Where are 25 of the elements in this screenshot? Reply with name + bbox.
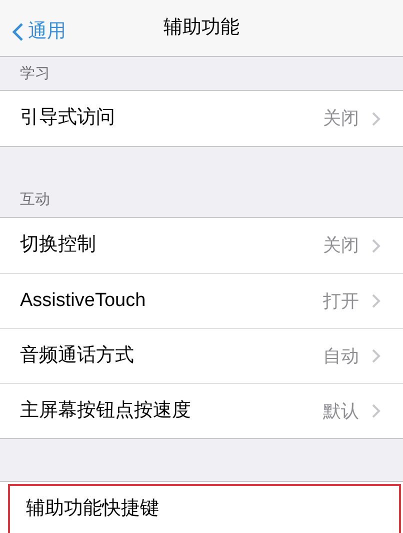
row-value: 关闭 <box>323 234 359 257</box>
row-label: 引导式访问 <box>20 106 116 130</box>
section-header: 学习 <box>20 64 50 84</box>
screen-title: 辅助功能 <box>164 16 240 40</box>
chevron-icon <box>371 348 381 364</box>
section-header: 互动 <box>20 190 50 210</box>
settings-row[interactable]: AssistiveTouch 打开 <box>0 273 403 328</box>
settings-row[interactable]: 主屏幕按钮点按速度 默认 <box>0 383 403 438</box>
row-value: 自动 <box>323 344 359 368</box>
settings-row[interactable]: 引导式访问 关闭 <box>0 91 403 146</box>
row-value: 打开 <box>323 290 359 312</box>
row-label: AssistiveTouch <box>20 288 147 313</box>
chevron-icon <box>371 403 381 419</box>
back-chevron-icon <box>12 22 24 42</box>
settings-row[interactable]: 切换控制 关闭 <box>0 218 403 273</box>
chevron-icon <box>371 110 381 126</box>
settings-row[interactable]: 音频通话方式 自动 <box>0 328 403 383</box>
row-label: 切换控制 <box>20 233 97 258</box>
chevron-icon <box>371 293 381 309</box>
row-label: 主屏幕按钮点按速度 <box>20 398 192 423</box>
row-label: 辅助功能快捷键 <box>26 497 160 522</box>
row-value: 默认 <box>323 400 359 422</box>
row-value: 关闭 <box>323 107 359 130</box>
chevron-icon <box>371 238 381 254</box>
row-label: 音频通话方式 <box>20 344 135 368</box>
